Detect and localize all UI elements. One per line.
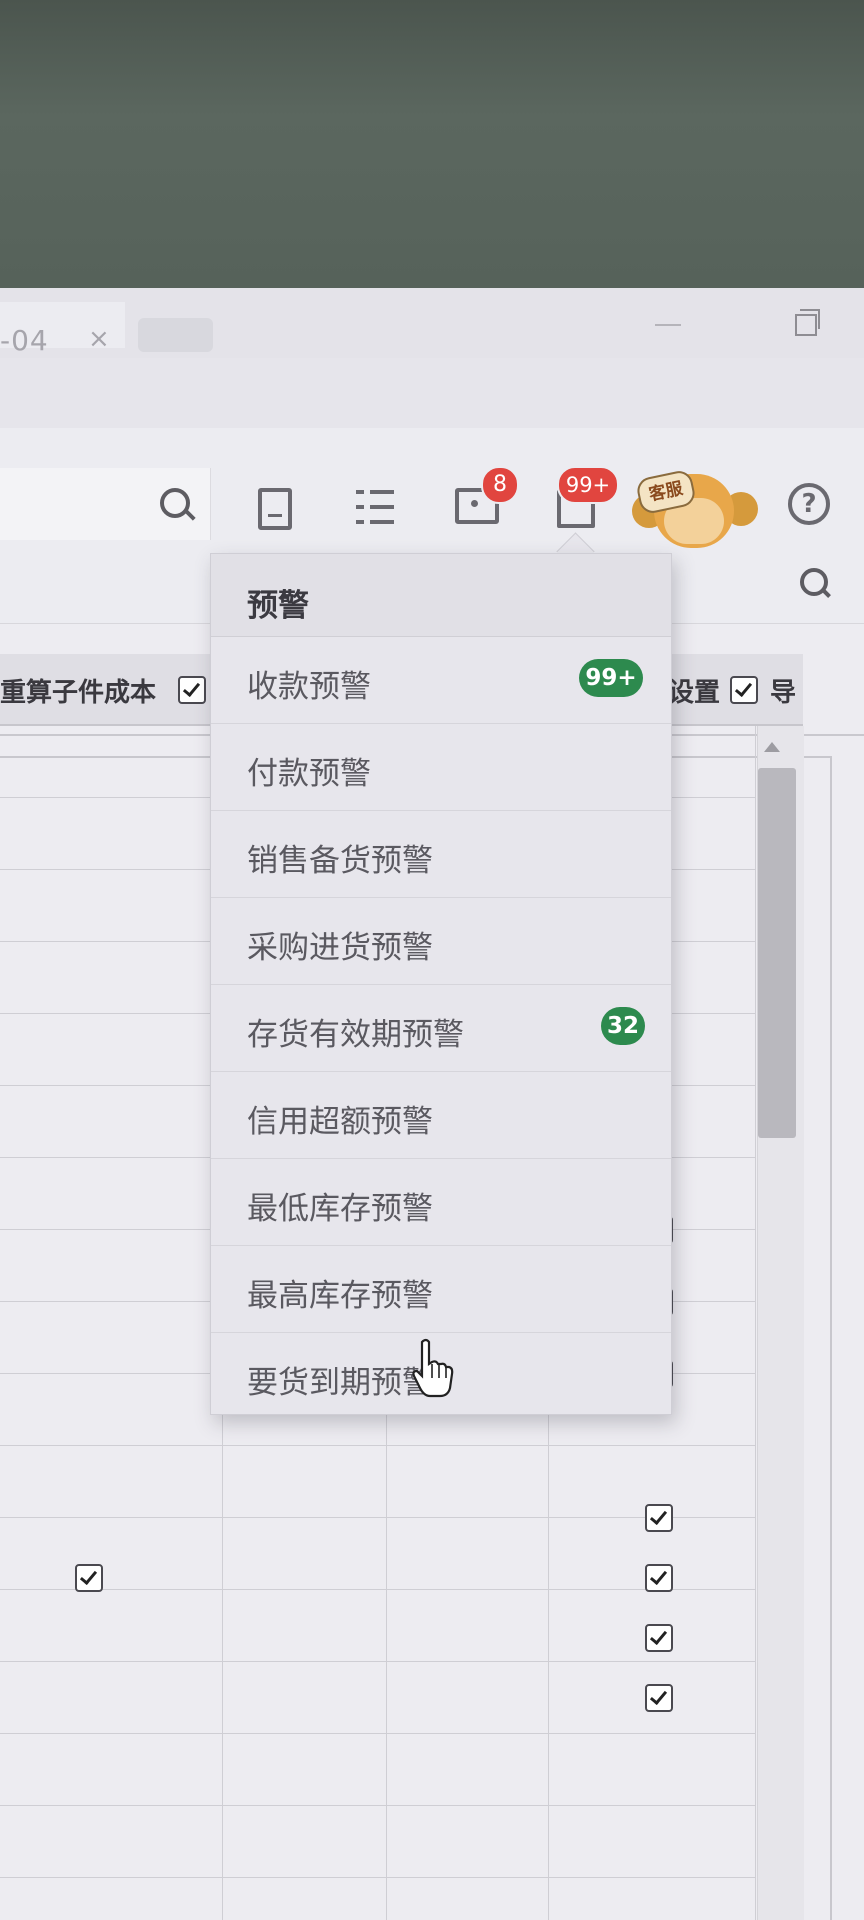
menu-item-label: 要货到期预警 bbox=[247, 1365, 433, 1401]
column-header-export: 导 bbox=[770, 678, 797, 708]
menu-item-label: 付款预警 bbox=[247, 756, 371, 792]
row-checkbox[interactable] bbox=[645, 1624, 673, 1652]
tab-bar: -04 × bbox=[0, 288, 864, 359]
menu-item-label: 采购进货预警 bbox=[247, 930, 433, 966]
hand-cursor-icon bbox=[412, 1338, 454, 1398]
menu-bar bbox=[0, 358, 864, 429]
minimize-icon[interactable] bbox=[655, 324, 681, 326]
customer-service-avatar[interactable]: 客服 bbox=[632, 468, 758, 554]
scroll-up-arrow-icon[interactable] bbox=[764, 742, 780, 752]
menu-item-label: 销售备货预警 bbox=[247, 843, 433, 879]
search-icon[interactable] bbox=[800, 568, 828, 596]
menu-item-purchase-alert[interactable]: 采购进货预警 bbox=[211, 898, 671, 985]
table-row[interactable] bbox=[0, 1518, 755, 1590]
help-icon[interactable]: ? bbox=[788, 483, 830, 525]
alerts-count-badge: 99+ bbox=[557, 466, 619, 504]
column-divider bbox=[755, 726, 756, 1920]
menu-item-expiry-alert[interactable]: 存货有效期预警 32 bbox=[211, 985, 671, 1072]
table-row[interactable] bbox=[0, 1446, 755, 1518]
tab-inactive[interactable] bbox=[138, 318, 213, 352]
table-row[interactable] bbox=[0, 1806, 755, 1878]
row-checkbox[interactable] bbox=[75, 1564, 103, 1592]
header-checkbox[interactable] bbox=[730, 676, 758, 704]
menu-item-payables-alert[interactable]: 付款预警 bbox=[211, 724, 671, 811]
alerts-menu-header: 预警 bbox=[211, 554, 671, 637]
restore-window-icon[interactable] bbox=[795, 309, 820, 336]
menu-item-label: 存货有效期预警 bbox=[247, 1017, 464, 1053]
table-row[interactable] bbox=[0, 1590, 755, 1662]
menu-item-receivables-alert[interactable]: 收款预警 99+ bbox=[211, 637, 671, 724]
search-input[interactable] bbox=[0, 468, 211, 540]
row-checkbox[interactable] bbox=[645, 1564, 673, 1592]
table-row[interactable] bbox=[0, 1662, 755, 1734]
toolbar: 8 99+ 客服 ? bbox=[0, 428, 864, 548]
app-window: -04 × 8 99+ 客服 ? 重算子件成本 设置 导 预警 收款预警 99+… bbox=[0, 288, 864, 1920]
header-checkbox[interactable] bbox=[178, 676, 206, 704]
menu-item-sales-stock-alert[interactable]: 销售备货预警 bbox=[211, 811, 671, 898]
task-list-icon[interactable] bbox=[356, 488, 396, 528]
monitor-bezel bbox=[0, 0, 864, 290]
menu-item-credit-alert[interactable]: 信用超额预警 bbox=[211, 1072, 671, 1159]
count-badge: 32 bbox=[601, 1007, 645, 1045]
search-icon[interactable] bbox=[160, 488, 190, 518]
messages-count-badge: 8 bbox=[481, 466, 519, 504]
row-checkbox[interactable] bbox=[645, 1684, 673, 1712]
menu-item-label: 收款预警 bbox=[247, 669, 371, 705]
menu-item-label: 最低库存预警 bbox=[247, 1191, 433, 1227]
tab-label: -04 bbox=[0, 324, 49, 357]
menu-item-min-stock-alert[interactable]: 最低库存预警 bbox=[211, 1159, 671, 1246]
count-badge: 99+ bbox=[579, 659, 643, 697]
row-checkbox[interactable] bbox=[645, 1504, 673, 1532]
tab-close-icon[interactable]: × bbox=[88, 324, 110, 354]
menu-item-label: 信用超额预警 bbox=[247, 1104, 433, 1140]
tab-active[interactable]: -04 × bbox=[0, 302, 125, 357]
column-header-settings: 设置 bbox=[668, 678, 721, 708]
save-icon[interactable] bbox=[258, 488, 292, 530]
alerts-dropdown-menu: 预警 收款预警 99+ 付款预警 销售备货预警 采购进货预警 存货有效期预警 3… bbox=[210, 553, 672, 1415]
scrollbar-thumb[interactable] bbox=[758, 768, 796, 1138]
column-header-recalc-cost: 重算子件成本 bbox=[0, 678, 157, 708]
menu-item-max-stock-alert[interactable]: 最高库存预警 bbox=[211, 1246, 671, 1333]
table-row[interactable] bbox=[0, 1734, 755, 1806]
alerts-menu-title: 预警 bbox=[247, 588, 309, 624]
menu-item-label: 最高库存预警 bbox=[247, 1278, 433, 1314]
